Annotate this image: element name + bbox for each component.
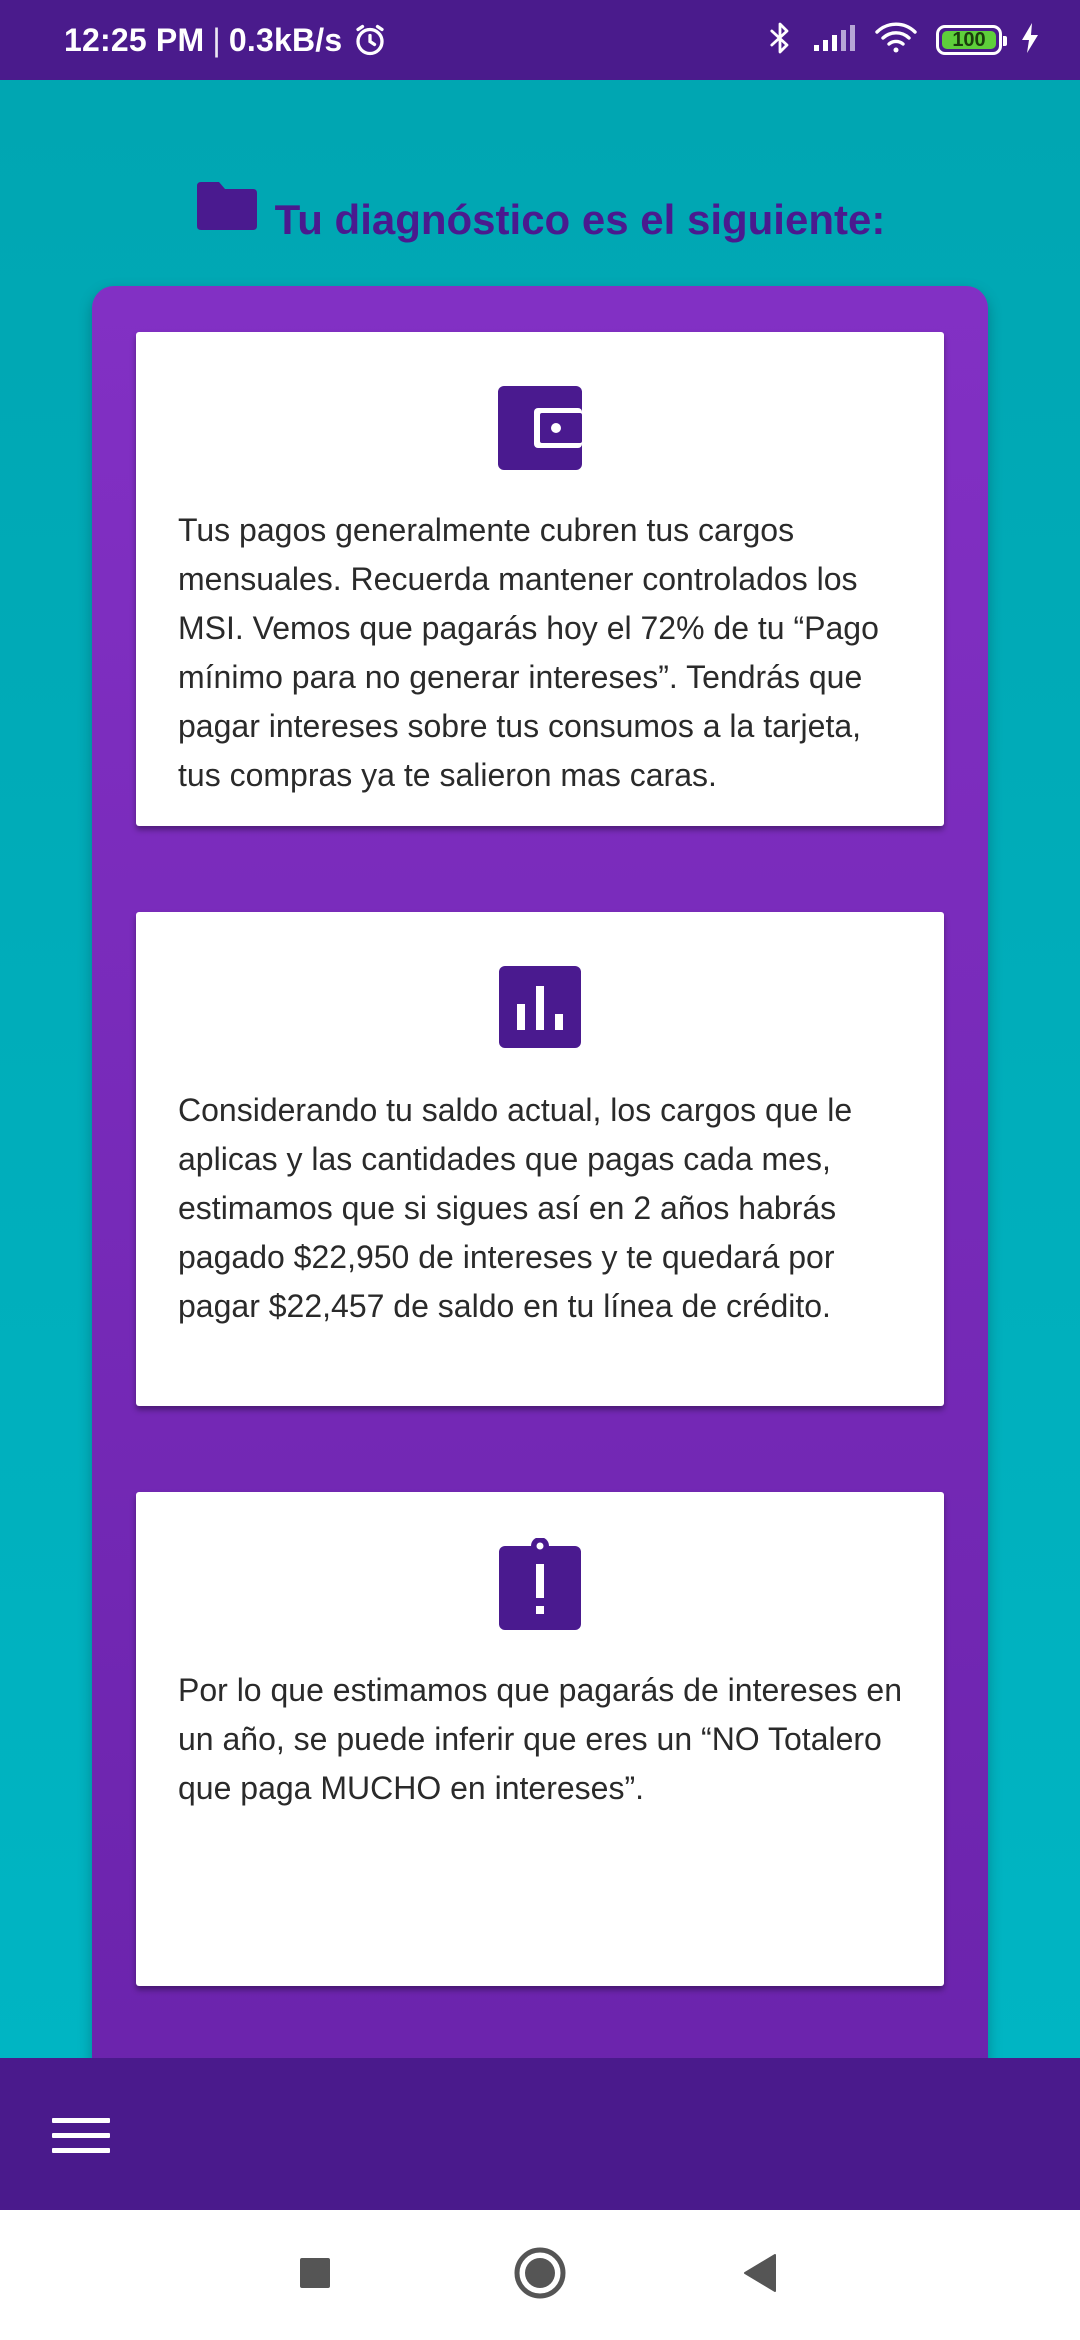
wifi-icon [874,20,918,61]
battery-icon: 100 [936,25,1007,55]
bar-chart-icon [499,966,581,1053]
diagnosis-panel: Tus pagos generalmente cubren tus cargos… [92,286,988,2058]
diagnosis-card-payments: Tus pagos generalmente cubren tus cargos… [136,332,944,826]
card-text: Por lo que estimamos que pagarás de inte… [178,1672,902,1806]
folder-icon [195,180,259,232]
home-button[interactable] [480,2210,600,2340]
charging-icon [1020,22,1040,59]
signal-icon [812,23,856,58]
system-nav-bar [0,2210,1080,2340]
page-title: Tu diagnóstico es el siguiente: [274,196,886,243]
diagnosis-heading: Tu diagnóstico es el siguiente: [0,180,1080,246]
hamburger-menu-icon[interactable] [40,2104,122,2166]
clipboard-alert-icon [499,1537,581,1635]
battery-level: 100 [952,28,986,51]
recents-square-icon [298,2256,332,2295]
diagnosis-card-projection: Considerando tu saldo actual, los cargos… [136,912,944,1406]
back-button[interactable] [700,2210,820,2340]
diagnosis-card-profile: Por lo que estimamos que pagarás de inte… [136,1492,944,1986]
main-content[interactable]: Tu diagnóstico es el siguiente: Tus pago… [0,80,1080,2058]
home-circle-icon [513,2246,567,2305]
status-right: 100 [766,20,1040,61]
recents-button[interactable] [255,2210,375,2340]
alarm-icon [352,22,388,58]
card-icon-wrap [136,1537,944,1635]
status-time: 12:25 PM [64,21,205,58]
card-text: Tus pagos generalmente cubren tus cargos… [178,512,879,793]
card-icon-wrap [136,966,944,1053]
wallet-icon [498,386,582,475]
bottom-app-bar [0,2058,1080,2210]
bluetooth-icon [766,20,794,61]
status-bar: 12:25 PM | 0.3kB/s 100 [0,0,1080,80]
network-speed: 0.3kB/s [228,21,343,58]
card-text: Considerando tu saldo actual, los cargos… [178,1092,853,1324]
card-icon-wrap [136,386,944,475]
status-separator: | [212,21,221,58]
back-triangle-icon [741,2253,779,2298]
status-left: 12:25 PM | 0.3kB/s [64,22,388,59]
